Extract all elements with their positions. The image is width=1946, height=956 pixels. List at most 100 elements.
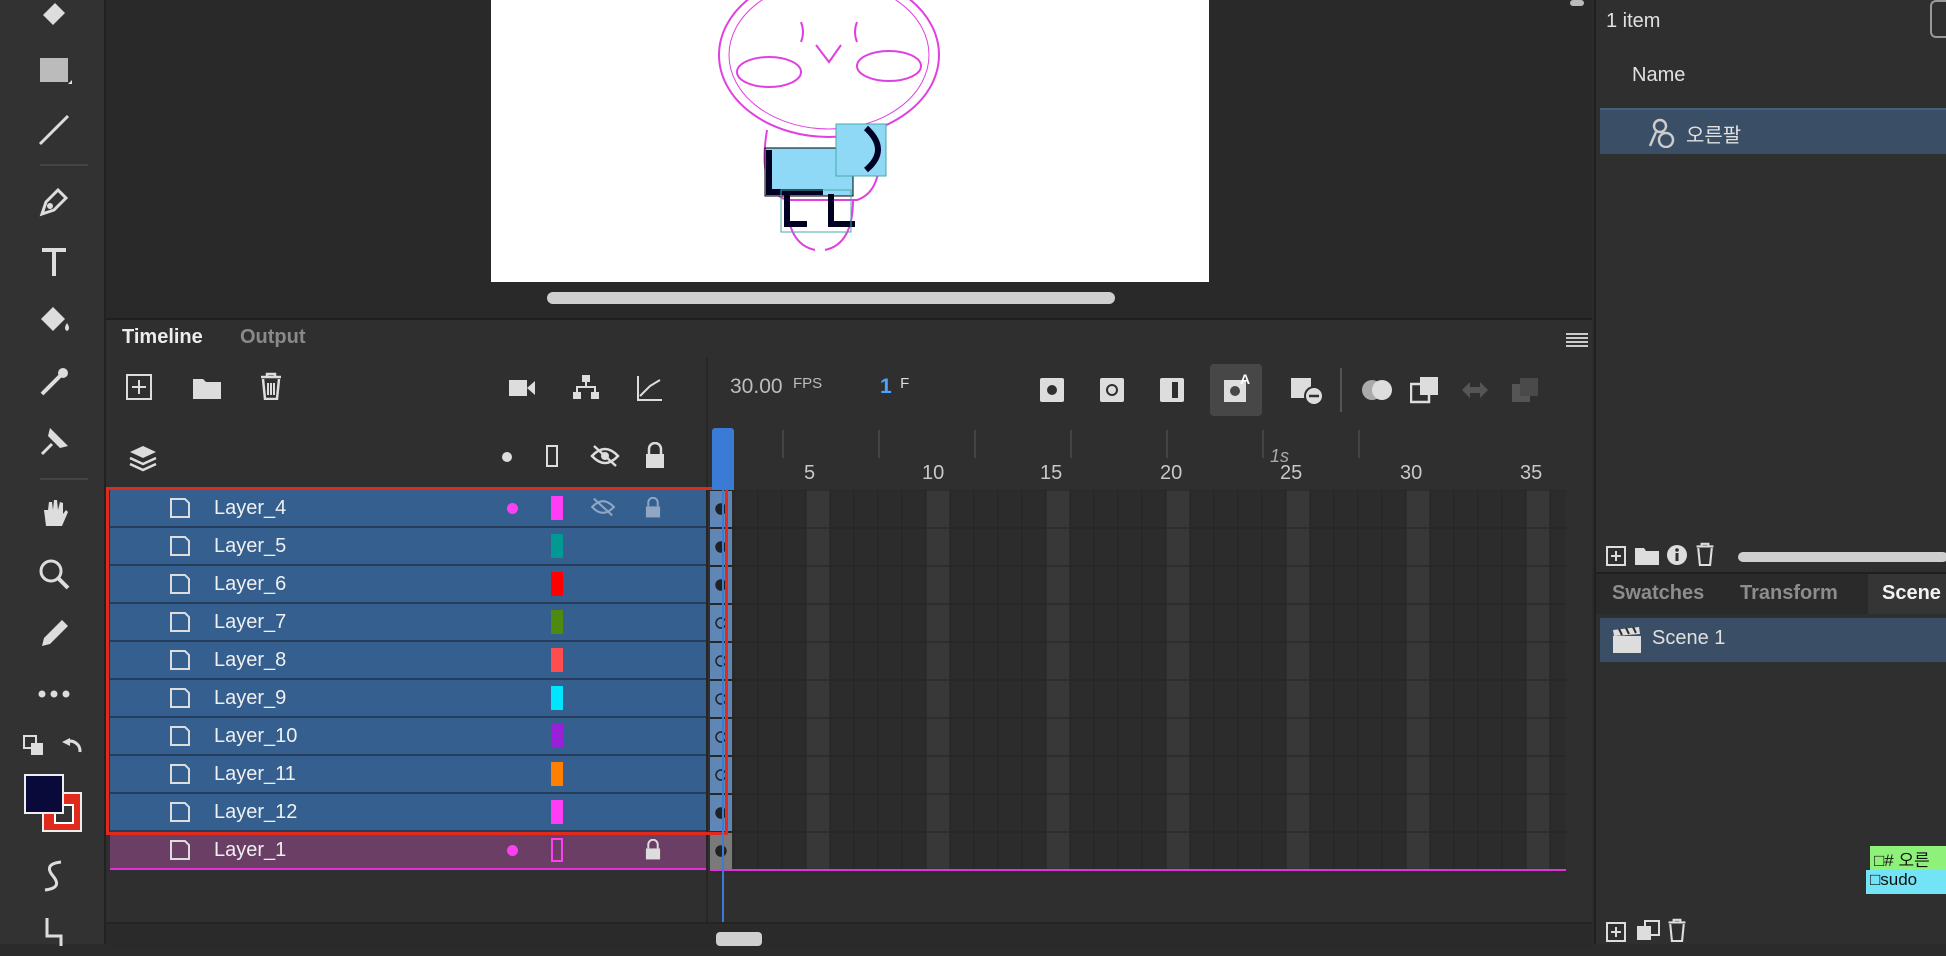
character-drawing <box>718 0 940 251</box>
library-item-row[interactable]: 오른팔 <box>1600 108 1946 154</box>
layer-type-icon <box>170 840 190 860</box>
delete-symbol-icon[interactable] <box>1694 542 1716 571</box>
pin-tool-icon[interactable] <box>30 418 78 466</box>
stage-canvas[interactable] <box>491 0 1209 282</box>
selection-highlight-box <box>106 487 728 835</box>
tab-transform[interactable]: Transform <box>1740 582 1838 605</box>
new-folder-icon[interactable] <box>192 376 222 405</box>
visibility-toggle-icon[interactable] <box>590 444 620 473</box>
right-tabs: Swatches Transform Scene <box>1596 572 1946 614</box>
current-frame-unit: F <box>900 375 910 392</box>
frame-number: 35 <box>1520 462 1543 484</box>
panel-menu-icon[interactable] <box>1566 332 1588 353</box>
highlight-layer-icon[interactable] <box>502 452 512 462</box>
outline-toggle-icon[interactable] <box>546 445 558 467</box>
frame-tick <box>1166 430 1168 458</box>
current-frame-value: 1 <box>880 375 892 398</box>
default-colors-icon[interactable] <box>22 734 46 763</box>
scene-row[interactable]: Scene 1 <box>1600 618 1946 662</box>
edit-multiple-frames-icon[interactable] <box>1409 376 1440 409</box>
scene-name: Scene 1 <box>1652 627 1726 649</box>
layer-lock-icon[interactable] <box>644 838 662 866</box>
stage-horizontal-scrollbar[interactable] <box>547 292 1115 304</box>
pen-tool-icon[interactable] <box>30 178 78 226</box>
loop-icon[interactable] <box>1460 378 1490 407</box>
paint-bucket-tool-icon[interactable] <box>30 298 78 346</box>
insert-frame-icon[interactable] <box>1160 378 1184 402</box>
hand-tool-icon[interactable] <box>30 490 78 538</box>
more-tools-icon[interactable] <box>30 670 78 718</box>
clapperboard-icon <box>1612 626 1642 659</box>
timeline-scroll-track <box>106 922 1592 948</box>
library-dropdown[interactable] <box>1930 0 1946 38</box>
swap-colors-icon[interactable] <box>60 734 86 765</box>
library-scrollbar[interactable] <box>1738 552 1946 562</box>
tab-timeline[interactable]: Timeline <box>122 326 203 349</box>
insert-keyframe-icon[interactable] <box>1040 378 1064 402</box>
playhead-line <box>722 490 724 942</box>
properties-icon[interactable] <box>1666 544 1688 571</box>
parenting-icon[interactable] <box>572 374 600 407</box>
insert-blank-keyframe-icon[interactable] <box>1100 378 1124 402</box>
sticker-label: □# 오른 <box>1870 846 1946 870</box>
library-name-header[interactable]: Name <box>1632 64 1685 87</box>
frame-tick <box>1070 430 1072 458</box>
text-tool-icon[interactable] <box>30 238 78 286</box>
eyedropper-tool-icon[interactable] <box>30 358 78 406</box>
library-item-name: 오른팔 <box>1686 125 1742 147</box>
playhead-handle[interactable] <box>712 428 734 490</box>
frame-tick <box>782 430 784 458</box>
frame-number: 30 <box>1400 462 1423 484</box>
keyframe-dot <box>715 845 727 857</box>
add-scene-icon[interactable] <box>1606 922 1626 947</box>
frame-tick <box>974 430 976 458</box>
layers-stack-icon[interactable] <box>128 444 158 477</box>
zoom-tool-icon[interactable] <box>30 550 78 598</box>
frames-header: 30.00 FPS 1 F A 1s <box>710 364 1592 486</box>
rectangle-tool-icon[interactable] <box>30 46 78 94</box>
sticker-label: □sudo <box>1866 870 1946 894</box>
delete-layer-icon[interactable] <box>258 372 284 405</box>
toolbar-divider <box>40 478 88 480</box>
delete-scene-icon[interactable] <box>1666 918 1688 947</box>
new-folder-icon[interactable] <box>1634 546 1660 571</box>
frame-tick <box>1262 430 1264 458</box>
auto-keyframe-button[interactable]: A <box>1210 364 1262 416</box>
clear-keyframe-icon[interactable] <box>1290 376 1324 411</box>
frame-number: 25 <box>1280 462 1303 484</box>
graph-icon[interactable] <box>636 374 664 407</box>
library-footer <box>1596 538 1946 572</box>
toolbar-divider <box>40 164 88 166</box>
layer-name[interactable]: Layer_1 <box>214 839 286 862</box>
stage-vertical-scrollbar[interactable] <box>1570 0 1584 6</box>
fill-color-swatch[interactable] <box>24 774 64 814</box>
frame-tick <box>1358 430 1360 458</box>
new-layer-icon[interactable] <box>126 374 152 405</box>
line-tool-icon[interactable] <box>30 106 78 154</box>
new-symbol-icon[interactable] <box>1606 546 1626 571</box>
tools-panel <box>0 0 106 946</box>
layer-outline-swatch[interactable] <box>551 838 563 862</box>
paste-frames-icon[interactable] <box>1510 376 1540 409</box>
lock-toggle-icon[interactable] <box>644 441 666 475</box>
camera-icon[interactable] <box>508 378 536 403</box>
onion-skin-icon[interactable] <box>1360 378 1394 407</box>
timeline-panel: Timeline Output 30.00 FPS 1 F A 1s 5 10 … <box>106 318 1598 948</box>
tab-scene[interactable]: Scene <box>1882 582 1941 605</box>
layers-header <box>106 430 706 486</box>
current-frame-readout[interactable]: 1 F <box>880 375 909 399</box>
eraser-tool-icon[interactable] <box>30 0 78 36</box>
smooth-icon[interactable] <box>30 852 78 900</box>
layer-highlight-dot[interactable] <box>507 845 518 856</box>
right-panel: 1 item Name 오른팔 Swatches Transform Scene… <box>1594 0 1946 944</box>
straighten-icon[interactable] <box>30 908 78 956</box>
pencil-tool-icon[interactable] <box>30 610 78 658</box>
frame-number: 10 <box>922 462 945 484</box>
frames-grid[interactable] <box>709 489 1598 874</box>
toolbar-divider <box>1340 368 1342 412</box>
layer-row[interactable]: Layer_1 <box>110 832 706 870</box>
duplicate-scene-icon[interactable] <box>1636 920 1660 947</box>
tab-swatches[interactable]: Swatches <box>1612 582 1704 605</box>
fps-readout[interactable]: 30.00 FPS <box>730 375 822 399</box>
tab-output[interactable]: Output <box>240 326 306 349</box>
